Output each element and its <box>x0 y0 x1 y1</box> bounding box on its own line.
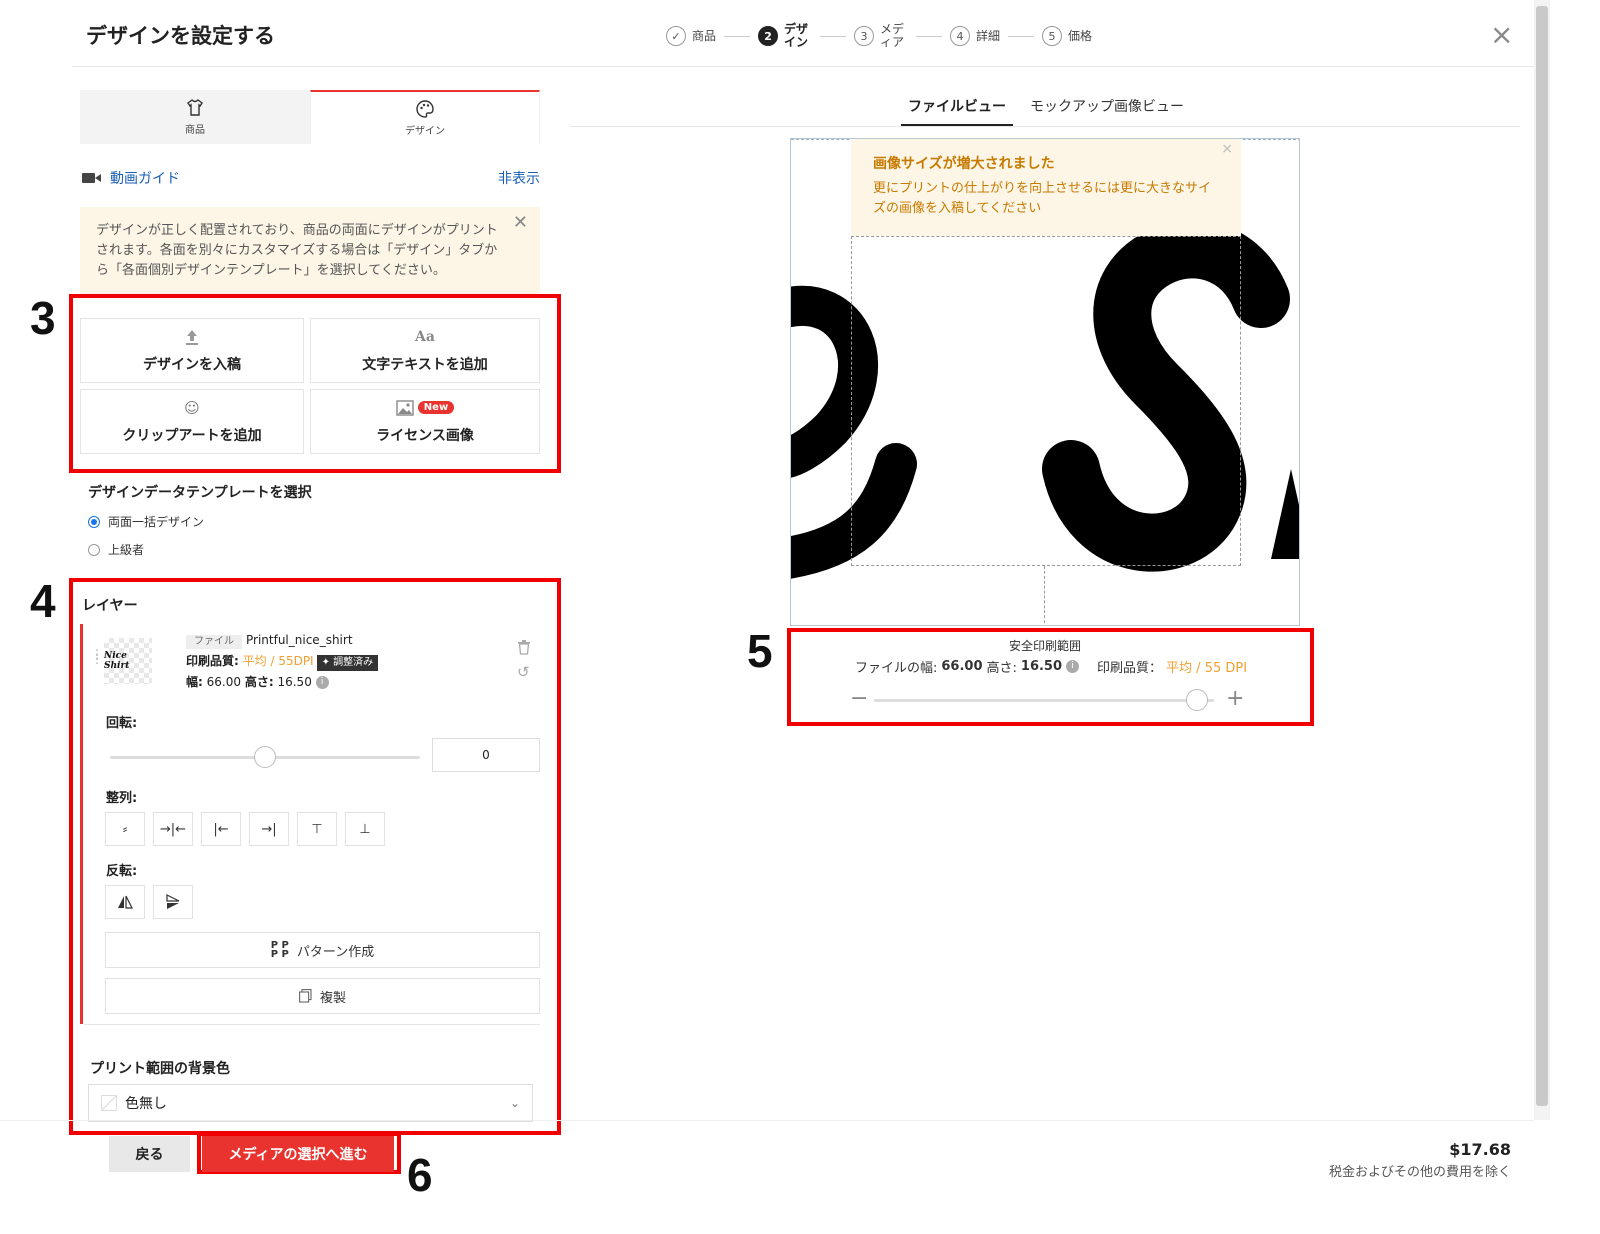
tab-design[interactable]: デザイン <box>310 90 540 144</box>
design-canvas[interactable]: 画像サイズが増大されました 更にプリントの仕上がりを向上させるには更に大きなサイ… <box>790 138 1300 626</box>
template-option-both-sides[interactable]: 両面一括デザイン <box>88 513 204 530</box>
file-width-value: 66.00 <box>941 659 983 674</box>
price-total: $17.68 <box>1449 1140 1511 1159</box>
close-icon[interactable]: × <box>1221 141 1233 157</box>
radio-label: 上級者 <box>108 543 145 557</box>
tshirt-icon <box>187 99 203 116</box>
step-media[interactable]: 3 メディア <box>854 23 908 49</box>
step-number: 4 <box>950 26 971 46</box>
notice-banner: デザインが正しく配置されており、商品の両面にデザインがプリントされます。各面を別… <box>80 207 540 295</box>
tab-product-label: 商品 <box>185 125 205 136</box>
step-connector <box>724 35 751 37</box>
file-width-label: ファイルの幅: <box>855 661 938 676</box>
left-tab-bar: 商品 デザイン <box>80 90 540 144</box>
step-details[interactable]: 4 詳細 <box>950 26 1000 46</box>
step-progress: ✓ 商品 2 デザイン 3 メディア 4 詳細 5 価格 <box>666 20 1092 52</box>
print-quality-label: 印刷品質： <box>1097 661 1163 676</box>
price-note: 税金およびその他の費用を除く <box>1328 1165 1511 1180</box>
print-quality-value: 平均 / 55 DPI <box>1166 661 1248 676</box>
file-height-value: 16.50 <box>1020 659 1063 674</box>
center-guide-line <box>1044 566 1045 625</box>
radio-label: 両面一括デザイン <box>108 515 205 529</box>
step-number: 5 <box>1042 26 1063 46</box>
step-label: メディア <box>880 22 905 49</box>
safe-print-area-label: 安全印刷範囲 <box>1009 639 1082 653</box>
close-icon[interactable]: ✕ <box>513 213 528 233</box>
scrollbar-thumb[interactable] <box>1536 6 1548 1106</box>
radio-button[interactable] <box>88 515 100 528</box>
step-connector <box>820 35 847 37</box>
annotation-box-3 <box>69 294 561 473</box>
tab-mockup-view[interactable]: モックアップ画像ビュー <box>1030 96 1184 126</box>
notice-text: デザインが正しく配置されており、商品の両面にデザインがプリントされます。各面を別… <box>96 223 498 278</box>
warning-body: 更にプリントの仕上がりを向上させるには更に大きなサイズの画像を入稿してください <box>873 181 1212 216</box>
file-dimensions: ファイルの幅: 66.00 高さ: 16.50 i 印刷品質： 平均 / 55 … <box>855 657 1247 676</box>
file-height-label: 高さ: <box>986 661 1017 676</box>
step-price[interactable]: 5 価格 <box>1042 26 1092 46</box>
step-design[interactable]: 2 デザイン <box>758 23 812 49</box>
tab-product[interactable]: 商品 <box>80 90 310 144</box>
hide-link[interactable]: 非表示 <box>498 168 540 188</box>
step-check-icon: ✓ <box>666 26 686 46</box>
zoom-slider[interactable] <box>874 699 1214 702</box>
video-guide-row: 動画ガイド 非表示 <box>82 168 540 188</box>
warning-title: 画像サイズが増大されました <box>873 156 1055 172</box>
proceed-to-media-button[interactable]: メディアの選択へ進む <box>202 1136 394 1172</box>
step-product[interactable]: ✓ 商品 <box>666 26 716 46</box>
step-label: デザイン <box>784 22 809 49</box>
step-label: 詳細 <box>976 28 1001 43</box>
zoom-slider-handle[interactable] <box>1186 689 1208 711</box>
radio-button[interactable] <box>88 543 100 556</box>
annotation-box-4 <box>69 578 561 1135</box>
zoom-control: − + <box>850 688 1250 712</box>
info-icon[interactable]: i <box>1066 660 1080 673</box>
print-area-guide <box>851 236 1241 566</box>
step-label: 価格 <box>1068 28 1093 43</box>
video-guide-label: 動画ガイド <box>110 171 180 187</box>
image-size-warning: 画像サイズが増大されました 更にプリントの仕上がりを向上させるには更に大きなサイ… <box>851 139 1241 236</box>
back-button[interactable]: 戻る <box>109 1136 190 1172</box>
footer-divider <box>0 1120 1534 1121</box>
annotation-number-5: 5 <box>747 625 773 677</box>
zoom-out-icon[interactable]: − <box>850 688 868 710</box>
view-tab-bar: ファイルビュー モックアップ画像ビュー <box>570 94 1520 127</box>
template-option-advanced[interactable]: 上級者 <box>88 541 144 558</box>
tab-file-view[interactable]: ファイルビュー <box>901 96 1013 126</box>
zoom-in-icon[interactable]: + <box>1226 688 1244 710</box>
video-guide-link[interactable]: 動画ガイド <box>82 168 180 188</box>
step-number: 2 <box>758 26 779 46</box>
step-label: 商品 <box>692 28 717 43</box>
tab-design-label: デザイン <box>405 126 445 137</box>
step-connector <box>1008 35 1035 37</box>
page-title: デザインを設定する <box>86 24 275 48</box>
video-camera-icon <box>82 172 102 184</box>
annotation-number-3: 3 <box>30 292 56 344</box>
template-heading: デザインデータテンプレートを選択 <box>88 485 312 501</box>
palette-icon <box>416 100 434 118</box>
close-icon[interactable]: × <box>1490 21 1513 49</box>
annotation-number-6: 6 <box>407 1149 433 1201</box>
step-connector <box>916 35 943 37</box>
step-number: 3 <box>854 26 875 46</box>
header-divider <box>72 66 1534 67</box>
annotation-number-4: 4 <box>30 575 56 627</box>
